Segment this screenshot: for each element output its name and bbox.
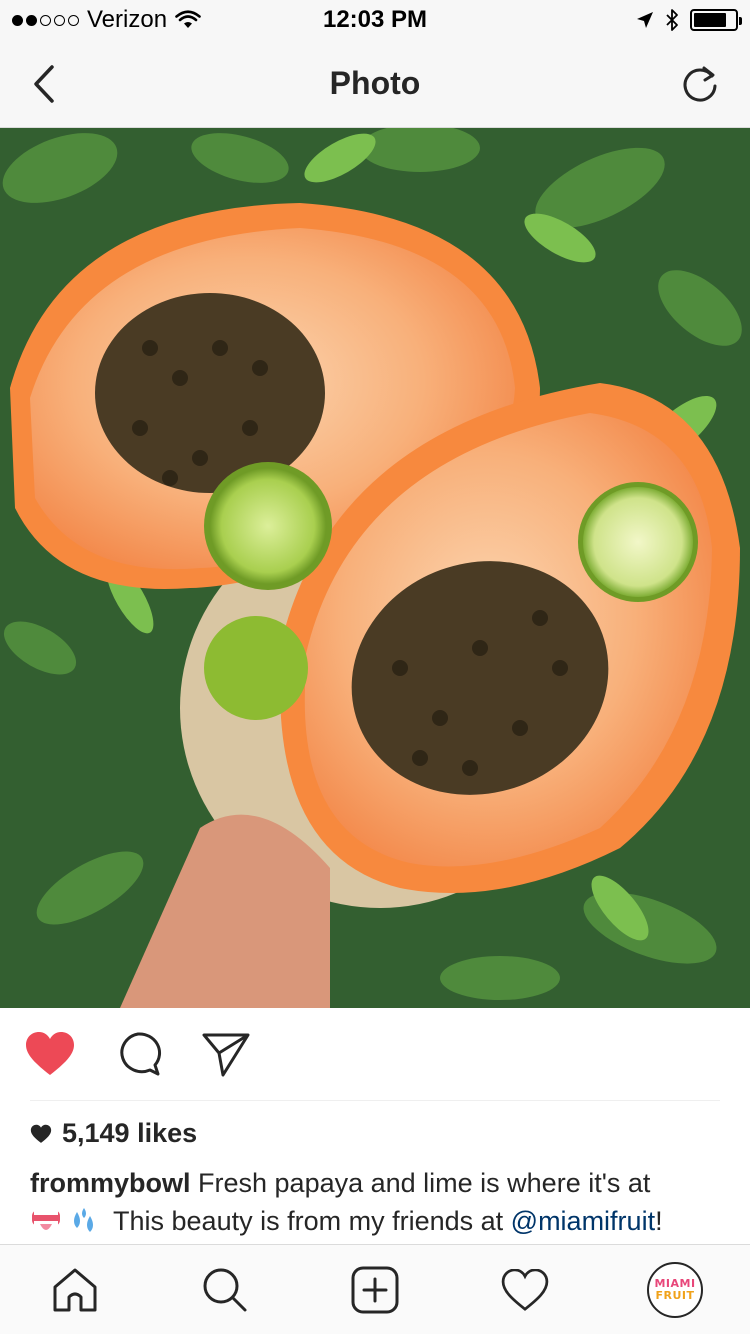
heart-filled-icon <box>26 1032 74 1075</box>
nav-bar: Photo <box>0 40 750 128</box>
tab-new-post[interactable] <box>345 1260 405 1320</box>
heart-small-icon <box>30 1124 52 1143</box>
likes-text: 5,149 likes <box>62 1118 198 1148</box>
heart-outline-icon <box>501 1268 549 1311</box>
avatar-logo-line1: MIAMI <box>654 1276 696 1290</box>
share-icon <box>202 1033 250 1077</box>
wifi-icon <box>175 10 201 28</box>
status-left: Verizon <box>12 6 201 34</box>
chevron-left-icon <box>34 65 54 103</box>
comment-icon <box>120 1032 162 1076</box>
status-right <box>636 8 742 32</box>
add-icon <box>351 1266 399 1313</box>
battery-icon <box>690 9 742 31</box>
caption-username[interactable]: frommybowl <box>30 1168 191 1198</box>
page-title: Photo <box>329 65 421 101</box>
bluetooth-icon <box>666 9 678 31</box>
battery-level <box>694 13 726 27</box>
post-caption: frommybowl Fresh papaya and lime is wher… <box>30 1164 730 1244</box>
tab-home[interactable] <box>45 1260 105 1320</box>
tab-activity[interactable] <box>495 1260 555 1320</box>
tab-bar: MIAMI FRUIT <box>0 1244 750 1334</box>
status-bar: Verizon 12:03 PM <box>0 0 750 40</box>
like-button[interactable] <box>22 1026 78 1082</box>
caption-punctuation: ! <box>655 1206 663 1236</box>
post-photo[interactable] <box>0 128 750 1008</box>
avatar: MIAMI FRUIT <box>647 1261 703 1318</box>
sweat-droplets-emoji-icon <box>74 1208 93 1232</box>
signal-strength-icon <box>12 14 79 26</box>
post-actions <box>0 1008 750 1100</box>
location-arrow-icon <box>637 12 653 28</box>
like-count[interactable]: 5,149 likes <box>30 1118 197 1149</box>
tab-search[interactable] <box>195 1260 255 1320</box>
caption-line2: This beauty is from my friends at <box>106 1206 511 1236</box>
tab-profile[interactable]: MIAMI FRUIT <box>645 1260 705 1320</box>
share-button[interactable] <box>198 1026 254 1082</box>
refresh-icon <box>683 66 717 102</box>
papaya-lime-photo <box>0 128 750 1008</box>
mention-link[interactable]: @miamifruit <box>511 1206 655 1236</box>
carrier-name: Verizon <box>87 6 168 33</box>
home-icon <box>53 1268 97 1311</box>
tongue-emoji-icon <box>32 1210 60 1230</box>
comment-button[interactable] <box>110 1026 166 1082</box>
caption-text: Fresh papaya and lime is where it's at <box>190 1168 651 1198</box>
divider <box>30 1100 720 1101</box>
refresh-button[interactable] <box>676 60 724 108</box>
avatar-logo-line2: FRUIT <box>655 1288 695 1302</box>
search-icon <box>203 1268 247 1311</box>
back-button[interactable] <box>20 60 68 108</box>
